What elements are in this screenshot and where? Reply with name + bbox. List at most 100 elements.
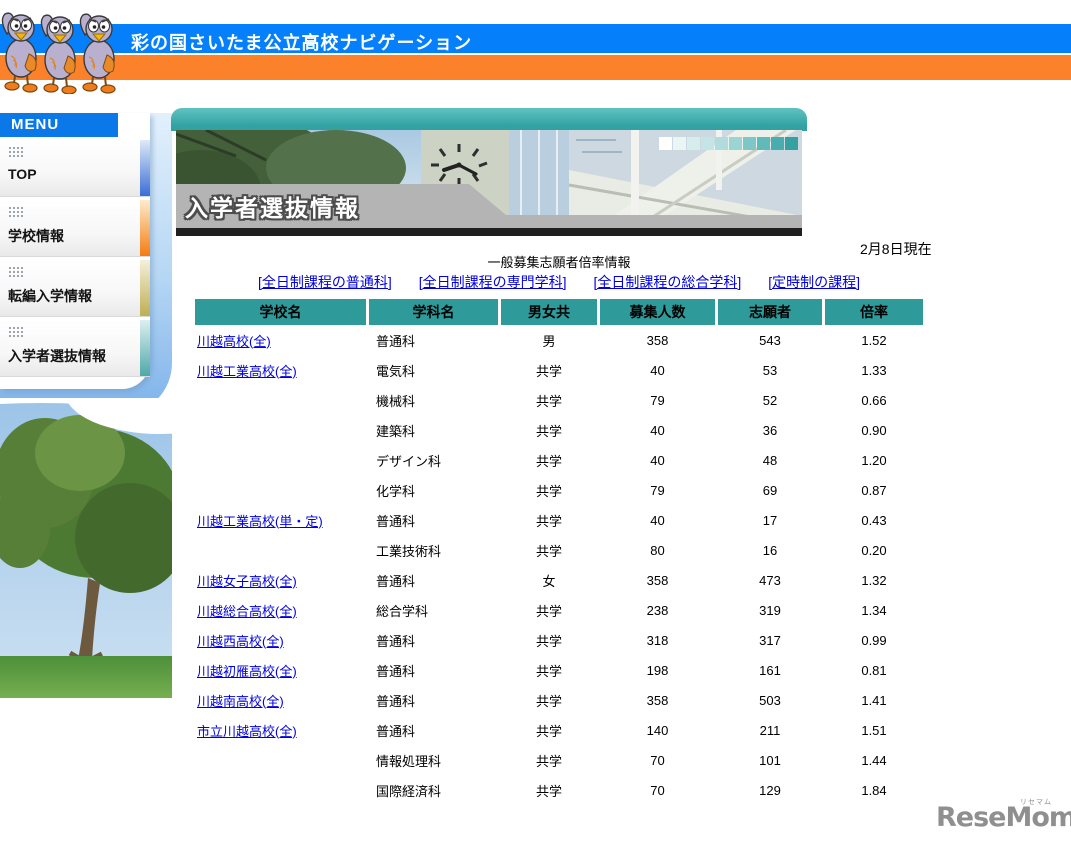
table-row: 川越工業高校(単・定) 普通科 共学 40 17 0.43	[195, 505, 923, 535]
capacity-cell: 198	[646, 662, 669, 678]
gender-cell: 女	[542, 573, 556, 589]
capacity-cell: 140	[646, 722, 669, 738]
capacity-cell: 40	[650, 512, 665, 528]
table-row: 川越工業高校(全) 電気科 共学 40 53 1.33	[195, 355, 923, 385]
applicants-cell: 48	[762, 452, 778, 468]
school-link[interactable]: 川越南高校(全)	[197, 694, 284, 709]
teal-square	[771, 137, 784, 150]
item-accent-stripe	[140, 320, 150, 376]
school-link[interactable]: 川越工業高校(単・定)	[197, 514, 323, 529]
sidebar-item-selection-info[interactable]: 入学者選抜情報	[0, 320, 150, 377]
sidebar-item-school-info[interactable]: 学校情報	[0, 200, 150, 257]
gender-cell: 共学	[535, 513, 562, 529]
school-name-cell: 川越南高校(全)	[195, 691, 366, 710]
table-row: 国際経済科 共学 70 129 1.84	[195, 775, 923, 805]
school-name-cell: 川越初雁高校(全)	[195, 661, 366, 680]
ratio-cell: 1.32	[861, 572, 887, 588]
gender-cell: 共学	[535, 483, 562, 499]
gender-cell: 共学	[535, 753, 562, 769]
gender-cell: 共学	[535, 423, 562, 439]
table-row: 川越高校(全) 普通科 男 358 543 1.52	[195, 325, 923, 355]
department-cell: 機械科	[376, 393, 416, 409]
school-link[interactable]: 川越総合高校(全)	[197, 604, 297, 619]
applicants-cell: 69	[762, 482, 778, 498]
school-name-cell: 川越総合高校(全)	[195, 601, 366, 620]
school-link[interactable]: 川越高校(全)	[197, 334, 271, 349]
column-header-1: 学科名	[369, 299, 498, 325]
category-link-2[interactable]: [全日制課程の総合学科]	[594, 272, 742, 292]
sidebar-item-label: 入学者選抜情報	[8, 348, 106, 364]
dots-icon	[8, 206, 24, 218]
sidebar-item-transfer-info[interactable]: 転編入学情報	[0, 260, 150, 317]
school-link[interactable]: 川越工業高校(全)	[197, 364, 297, 379]
table-row: 川越初雁高校(全) 普通科 共学 198 161 0.81	[195, 655, 923, 685]
page-subtitle: 一般募集志願者倍率情報	[487, 255, 631, 270]
department-cell: 普通科	[376, 693, 416, 709]
ratio-cell: 0.87	[861, 482, 887, 498]
applicants-cell: 129	[759, 782, 781, 798]
department-cell: デザイン科	[376, 453, 442, 469]
table-header-row: 学校名 学科名 男女共 募集人数 志願者 倍率	[195, 299, 923, 325]
department-cell: 普通科	[376, 513, 416, 529]
teal-square	[715, 137, 728, 150]
applicants-cell: 211	[759, 722, 781, 738]
column-header-3: 募集人数	[600, 299, 715, 325]
ratio-cell: 0.81	[861, 662, 887, 678]
table-row: 川越女子高校(全) 普通科 女 358 473 1.32	[195, 565, 923, 595]
applicants-cell: 319	[759, 602, 781, 618]
column-header-5: 倍率	[825, 299, 923, 325]
department-cell: 情報処理科	[376, 753, 442, 769]
sidebar-item-label: 学校情報	[8, 228, 64, 244]
table-row: 川越西高校(全) 普通科 共学 318 317 0.99	[195, 625, 923, 655]
gender-cell: 男	[542, 333, 556, 349]
resemom-wordmark: ReseMom.	[936, 802, 1071, 833]
table-row: 機械科 共学 79 52 0.66	[195, 385, 923, 415]
school-link[interactable]: 川越女子高校(全)	[197, 574, 297, 589]
dots-icon	[8, 146, 24, 158]
teal-square	[673, 137, 686, 150]
teal-square	[785, 137, 798, 150]
applicants-cell: 101	[759, 752, 781, 768]
capacity-cell: 79	[650, 482, 665, 498]
mascot-birds-icon	[1, 12, 116, 94]
resemom-logo: リセマム ReseMom.	[936, 797, 1071, 833]
capacity-cell: 358	[646, 572, 669, 588]
ratio-cell: 1.84	[861, 782, 887, 798]
ratio-cell: 0.99	[861, 632, 887, 648]
school-name-cell: 川越工業高校(単・定)	[195, 511, 366, 530]
gender-cell: 共学	[535, 363, 562, 379]
teal-square	[659, 137, 672, 150]
category-link-3[interactable]: [定時制の課程]	[768, 272, 860, 292]
capacity-cell: 40	[650, 362, 665, 378]
category-link-0[interactable]: [全日制課程の普通科]	[258, 272, 392, 292]
school-link[interactable]: 川越初雁高校(全)	[197, 664, 297, 679]
table-row: デザイン科 共学 40 48 1.20	[195, 445, 923, 475]
ratio-cell: 1.33	[861, 362, 887, 378]
teal-square	[743, 137, 756, 150]
capacity-cell: 70	[650, 752, 665, 768]
school-link[interactable]: 川越西高校(全)	[197, 634, 284, 649]
school-name-cell: 川越女子高校(全)	[195, 571, 366, 590]
gender-cell: 共学	[535, 393, 562, 409]
ratio-cell: 1.44	[861, 752, 887, 768]
capacity-cell: 358	[646, 692, 669, 708]
sidebar-item-top[interactable]: TOP	[0, 140, 150, 197]
school-link[interactable]: 市立川越高校(全)	[197, 724, 297, 739]
resemom-kana-label: リセマム	[1020, 799, 1052, 806]
ratio-cell: 1.52	[861, 332, 887, 348]
school-name-cell: 川越高校(全)	[195, 331, 366, 350]
category-link-1[interactable]: [全日制課程の専門学科]	[419, 272, 567, 292]
ratio-cell: 0.20	[861, 542, 887, 558]
capacity-cell: 238	[646, 602, 669, 618]
page-banner: 入学者選抜情報	[171, 108, 807, 236]
dots-icon	[8, 266, 24, 278]
department-cell: 総合学科	[376, 603, 429, 619]
table-row: 市立川越高校(全) 普通科 共学 140 211 1.51	[195, 715, 923, 745]
ratio-cell: 1.41	[861, 692, 887, 708]
gender-cell: 共学	[535, 603, 562, 619]
banner-title: 入学者選抜情報	[185, 195, 360, 221]
table-row: 情報処理科 共学 70 101 1.44	[195, 745, 923, 775]
department-cell: 電気科	[376, 363, 416, 379]
school-name-cell: 市立川越高校(全)	[195, 721, 366, 740]
table-row: 川越南高校(全) 普通科 共学 358 503 1.41	[195, 685, 923, 715]
